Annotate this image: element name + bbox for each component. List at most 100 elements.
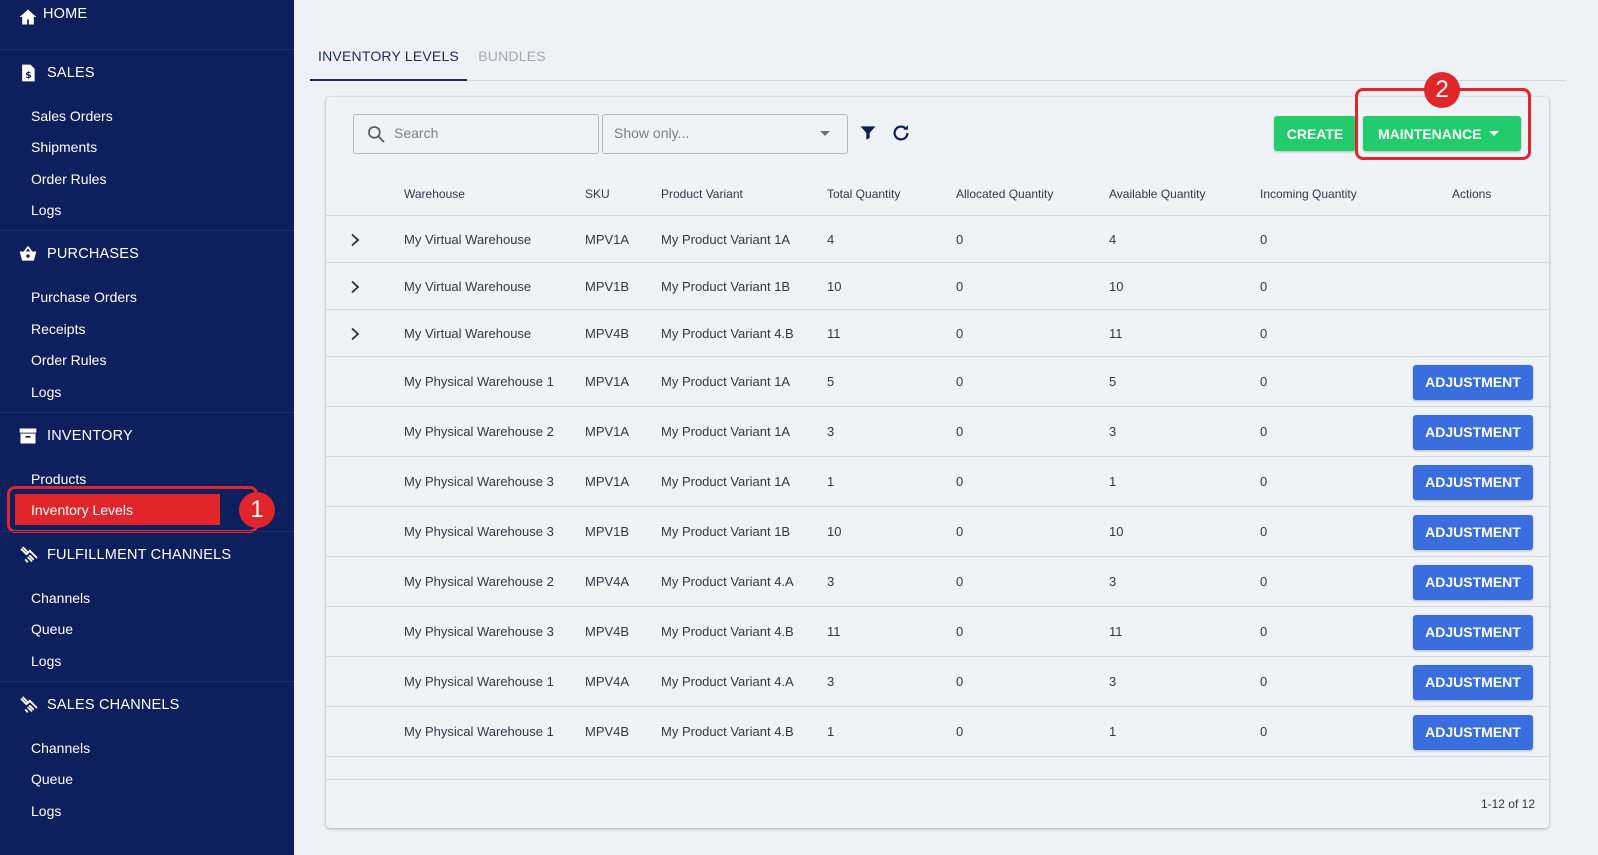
dollar-doc-icon: $ — [22, 64, 35, 82]
allocated-quantity-cell: 0 — [956, 474, 964, 489]
table-row: My Physical Warehouse 2 MPV1A My Product V… — [326, 407, 1549, 457]
create-button[interactable]: CREATE — [1274, 116, 1356, 151]
sidebar-item-sales-orders[interactable]: Sales Orders — [31, 105, 113, 127]
product-variant-cell: My Product Variant 4.A — [661, 574, 794, 589]
column-header-available-quantity[interactable]: Available Quantity — [1109, 187, 1206, 201]
sidebar-item-sales-order-rules[interactable]: Order Rules — [31, 168, 106, 190]
available-quantity-cell: 1 — [1109, 474, 1117, 489]
column-header-total-quantity[interactable]: Total Quantity — [827, 187, 900, 201]
column-header-sku[interactable]: SKU — [585, 187, 610, 201]
available-quantity-cell: 11 — [1109, 326, 1123, 341]
sidebar: HOME $ SALES Sales Orders Shipments Orde… — [0, 0, 294, 855]
tab-bar: INVENTORY LEVELS BUNDLES — [310, 30, 1565, 81]
allocated-quantity-cell: 0 — [956, 724, 964, 739]
product-variant-cell: My Product Variant 4.B — [661, 326, 794, 341]
table-footer: 1-12 of 12 — [326, 779, 1549, 829]
total-quantity-cell: 11 — [827, 624, 841, 639]
refresh-icon[interactable] — [890, 122, 912, 144]
sidebar-item-purchase-orders[interactable]: Purchase Orders — [31, 286, 137, 308]
incoming-quantity-cell: 0 — [1260, 374, 1268, 389]
table-row: My Physical Warehouse 1 MPV4A My Product V… — [326, 657, 1549, 707]
allocated-quantity-cell: 0 — [956, 524, 964, 539]
product-variant-cell: My Product Variant 4.A — [661, 674, 794, 689]
adjustment-button[interactable]: ADJUSTMENT — [1413, 465, 1533, 500]
total-quantity-cell: 1 — [827, 474, 835, 489]
sidebar-item-shipments[interactable]: Shipments — [31, 136, 97, 158]
allocated-quantity-cell: 0 — [956, 674, 964, 689]
search-placeholder: Search — [394, 125, 439, 141]
sku-cell: MPV4A — [585, 674, 630, 689]
sidebar-item-fulfillment-channels[interactable]: Channels — [31, 587, 90, 609]
adjustment-button[interactable]: ADJUSTMENT — [1413, 565, 1533, 600]
incoming-quantity-cell: 0 — [1260, 474, 1268, 489]
product-variant-cell: My Product Variant 4.B — [661, 624, 794, 639]
warehouse-cell: My Virtual Warehouse — [404, 232, 532, 247]
table-row: My Physical Warehouse 2 MPV4A My Product V… — [326, 557, 1549, 607]
sidebar-item-sales-channels-logs[interactable]: Logs — [31, 800, 61, 822]
highlight-box-1 — [7, 486, 258, 533]
sku-cell: MPV1A — [585, 424, 630, 439]
total-quantity-cell: 10 — [827, 524, 842, 539]
sidebar-item-sales-logs[interactable]: Logs — [31, 199, 61, 221]
table-row[interactable]: My Virtual Warehouse MPV1B My Product Vari… — [326, 263, 1549, 310]
sidebar-section-fulfillment-channels[interactable]: FULFILLMENT CHANNELS — [0, 531, 294, 578]
chevron-right-icon[interactable] — [348, 233, 362, 247]
adjustment-button[interactable]: ADJUSTMENT — [1413, 665, 1533, 700]
adjustment-button[interactable]: ADJUSTMENT — [1413, 515, 1533, 550]
product-variant-cell: My Product Variant 1A — [661, 374, 791, 389]
column-header-actions: Actions — [1452, 187, 1492, 201]
allocated-quantity-cell: 0 — [956, 232, 964, 247]
available-quantity-cell: 5 — [1109, 374, 1117, 389]
column-header-allocated-quantity[interactable]: Allocated Quantity — [956, 187, 1053, 201]
available-quantity-cell: 3 — [1109, 424, 1117, 439]
column-header-warehouse[interactable]: Warehouse — [404, 187, 465, 201]
product-variant-cell: My Product Variant 1B — [661, 279, 791, 294]
chevron-right-icon[interactable] — [348, 280, 362, 294]
sidebar-item-fulfillment-logs[interactable]: Logs — [31, 650, 61, 672]
sku-cell: MPV1B — [585, 279, 630, 294]
warehouse-cell: My Physical Warehouse 3 — [404, 474, 554, 489]
show-only-select[interactable]: Show only... — [602, 114, 848, 154]
sku-cell: MPV1A — [585, 232, 630, 247]
available-quantity-cell: 11 — [1109, 624, 1123, 639]
sidebar-item-fulfillment-queue[interactable]: Queue — [31, 618, 73, 640]
warehouse-cell: My Physical Warehouse 3 — [404, 624, 554, 639]
warehouse-cell: My Physical Warehouse 1 — [404, 724, 554, 739]
available-quantity-cell: 1 — [1109, 724, 1117, 739]
search-input[interactable]: Search — [353, 114, 599, 154]
sidebar-item-home[interactable]: HOME — [0, 0, 294, 38]
chevron-right-icon[interactable] — [348, 327, 362, 341]
sidebar-item-purchase-order-rules[interactable]: Order Rules — [31, 349, 106, 371]
inventory-card: Search Show only... CREATE MAINTENANCE W… — [326, 97, 1549, 828]
sidebar-section-sales[interactable]: $ SALES — [0, 49, 294, 96]
sidebar-section-title: SALES — [47, 65, 95, 81]
sidebar-item-sales-channels-queue[interactable]: Queue — [31, 768, 73, 790]
table-row[interactable]: My Virtual Warehouse MPV1A My Product Vari… — [326, 216, 1549, 263]
adjustment-button[interactable]: ADJUSTMENT — [1413, 715, 1533, 750]
basket-icon — [19, 246, 37, 261]
sidebar-section-sales-channels[interactable]: SALES CHANNELS — [0, 681, 294, 728]
table-row[interactable]: My Virtual Warehouse MPV4B My Product Vari… — [326, 310, 1549, 357]
adjustment-button[interactable]: ADJUSTMENT — [1413, 415, 1533, 450]
table-row: My Physical Warehouse 3 MPV1A My Product V… — [326, 457, 1549, 507]
sidebar-item-purchase-logs[interactable]: Logs — [31, 381, 61, 403]
table-row: My Physical Warehouse 1 MPV1A My Product V… — [326, 357, 1549, 407]
sidebar-item-receipts[interactable]: Receipts — [31, 318, 85, 340]
sidebar-item-sales-channels-channels[interactable]: Channels — [31, 737, 90, 759]
show-only-placeholder: Show only... — [614, 125, 690, 141]
filter-icon[interactable] — [858, 123, 878, 143]
sidebar-section-inventory[interactable]: INVENTORY — [0, 412, 294, 459]
column-header-incoming-quantity[interactable]: Incoming Quantity — [1260, 187, 1357, 201]
sidebar-section-title: FULFILLMENT CHANNELS — [47, 547, 232, 563]
tab-inventory-levels[interactable]: INVENTORY LEVELS — [310, 30, 467, 81]
sidebar-section-purchases[interactable]: PURCHASES — [0, 230, 294, 277]
table-row: My Physical Warehouse 1 MPV4B My Product V… — [326, 707, 1549, 757]
sku-cell: MPV4B — [585, 624, 630, 639]
allocated-quantity-cell: 0 — [956, 574, 964, 589]
adjustment-button[interactable]: ADJUSTMENT — [1413, 615, 1533, 650]
adjustment-button[interactable]: ADJUSTMENT — [1413, 365, 1533, 400]
column-header-product-variant[interactable]: Product Variant — [661, 187, 743, 201]
warehouse-cell: My Virtual Warehouse — [404, 326, 532, 341]
tab-bundles[interactable]: BUNDLES — [467, 30, 557, 79]
allocated-quantity-cell: 0 — [956, 624, 964, 639]
